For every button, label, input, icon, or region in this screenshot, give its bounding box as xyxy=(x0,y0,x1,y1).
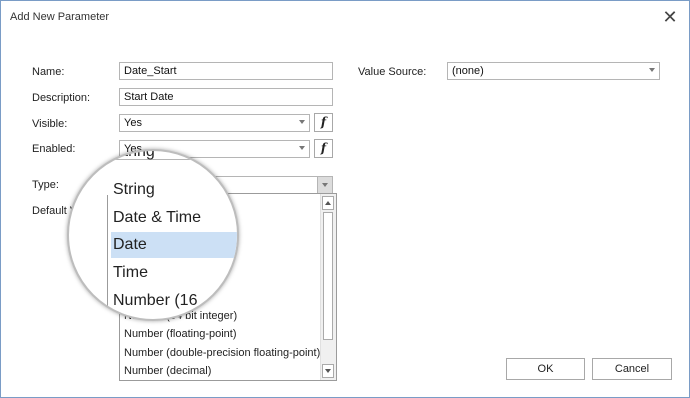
list-item[interactable]: String xyxy=(111,177,237,203)
magnifier-lens: String String Date & Time Date Time Numb… xyxy=(67,149,239,321)
dropdown-edge xyxy=(107,195,108,319)
chevron-down-icon xyxy=(299,120,305,124)
scroll-up-icon[interactable] xyxy=(322,196,334,210)
visible-select[interactable]: Yes xyxy=(119,114,310,132)
chevron-down-icon xyxy=(299,146,305,150)
add-parameter-dialog: Add New Parameter ✕ Name: Description: V… xyxy=(0,0,690,398)
name-label: Name: xyxy=(32,66,65,78)
list-item[interactable]: Number (decimal) xyxy=(120,362,320,380)
list-item[interactable]: Number (floating-point) xyxy=(120,325,320,343)
visible-value: Yes xyxy=(124,117,142,129)
scrollbar-thumb[interactable] xyxy=(323,212,333,340)
type-label: Type: xyxy=(32,179,59,191)
list-item[interactable]: Number (double-precision floating-point) xyxy=(120,344,320,362)
name-input[interactable]: Date_Start xyxy=(119,62,333,80)
description-label: Description: xyxy=(32,92,91,104)
chevron-down-icon xyxy=(322,183,328,187)
value-source-value: (none) xyxy=(452,65,484,77)
value-source-label: Value Source: xyxy=(358,66,427,78)
dialog-title: Add New Parameter xyxy=(10,11,110,23)
chevron-down-icon xyxy=(649,68,655,72)
ok-button[interactable]: OK xyxy=(506,358,585,380)
visible-expression-button[interactable]: f xyxy=(314,113,333,132)
list-item[interactable]: Date & Time xyxy=(111,205,237,231)
list-item-selected[interactable]: Date xyxy=(111,232,237,258)
type-dropdown-button[interactable] xyxy=(317,177,332,193)
list-item[interactable]: Number (16 xyxy=(111,288,237,314)
visible-label: Visible: xyxy=(32,118,68,130)
scroll-down-icon[interactable] xyxy=(322,364,334,378)
enabled-expression-button[interactable]: f xyxy=(314,139,333,158)
cancel-button[interactable]: Cancel xyxy=(592,358,672,380)
list-item[interactable]: Time xyxy=(111,260,237,286)
value-source-select[interactable]: (none) xyxy=(447,62,660,80)
description-input[interactable]: Start Date xyxy=(119,88,333,106)
dropdown-scrollbar[interactable] xyxy=(320,194,336,380)
list-item[interactable]: String xyxy=(111,151,237,165)
close-icon[interactable]: ✕ xyxy=(661,8,679,26)
